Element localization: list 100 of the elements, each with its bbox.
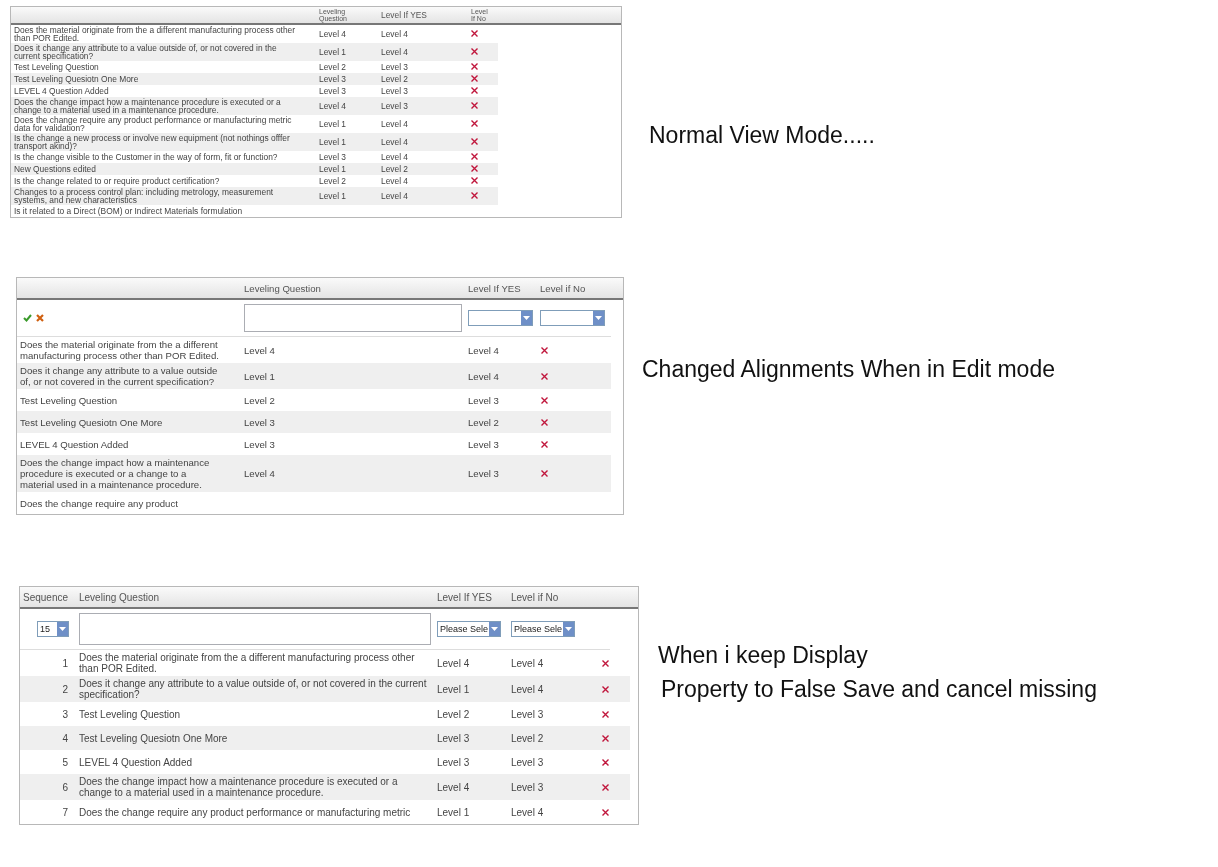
level-select[interactable] bbox=[540, 309, 605, 326]
delete-icon[interactable] bbox=[541, 440, 548, 448]
question-text: LEVEL 4 Question Added bbox=[79, 756, 193, 768]
level-text: Level 3 bbox=[319, 86, 346, 96]
level-text: Level 2 bbox=[437, 708, 470, 720]
level-text: Level 4 bbox=[381, 152, 408, 162]
dropdown-icon bbox=[59, 627, 66, 631]
caption-text: When i keep Display bbox=[658, 641, 869, 669]
delete-icon[interactable] bbox=[541, 346, 548, 354]
delete-icon[interactable] bbox=[601, 710, 609, 718]
question-text: Does the change impact how a maintenance procedure is executed or a change to a material used in a maintenance procedure. bbox=[20, 457, 211, 490]
question-text: Changes to a process control plan: including metrology, measurement systems, and new characteristics bbox=[14, 188, 275, 204]
delete-icon[interactable] bbox=[601, 783, 609, 791]
delete-icon[interactable] bbox=[541, 372, 548, 380]
delete-icon[interactable] bbox=[601, 758, 609, 766]
delete-icon[interactable] bbox=[471, 102, 478, 109]
question-text: Does it change any attribute to a value outside of, or not covered in the current specification? bbox=[79, 678, 427, 700]
level-text: Level 4 bbox=[381, 29, 408, 39]
level-text: Level 3 bbox=[437, 732, 470, 744]
question-text: Test Leveling Quesiotn One More bbox=[79, 732, 228, 744]
question-text: Does the change require any product bbox=[20, 497, 179, 509]
caption-text: Property to False Save and cancel missing bbox=[660, 675, 1097, 703]
delete-icon[interactable] bbox=[471, 30, 478, 37]
delete-icon[interactable] bbox=[601, 685, 609, 693]
level-text: Level 2 bbox=[244, 394, 275, 406]
level-text: Level 3 bbox=[468, 394, 499, 406]
sequence-number: 4 bbox=[62, 732, 68, 744]
dropdown-icon bbox=[491, 627, 498, 631]
question-text: LEVEL 4 Question Added bbox=[14, 87, 110, 95]
level-text: Level 4 bbox=[381, 119, 408, 129]
level-text: Level 1 bbox=[319, 119, 346, 129]
level-text: Level 1 bbox=[437, 683, 470, 695]
level-text: Level 2 bbox=[319, 176, 346, 186]
delete-icon[interactable] bbox=[471, 138, 478, 145]
level-text: Level 4 bbox=[381, 137, 408, 147]
level-text: Level 4 bbox=[319, 29, 346, 39]
level-text: Level 1 bbox=[319, 47, 346, 57]
delete-icon[interactable] bbox=[471, 153, 478, 160]
question-text: Test Leveling Question bbox=[20, 394, 119, 406]
level-text: Level 3 bbox=[381, 101, 408, 111]
close-icon[interactable] bbox=[36, 314, 44, 322]
delete-icon[interactable] bbox=[471, 192, 478, 199]
question-text: Test Leveling Question bbox=[79, 708, 181, 720]
level-text: Level 4 bbox=[381, 191, 408, 201]
delete-icon[interactable] bbox=[601, 734, 609, 742]
delete-icon[interactable] bbox=[541, 396, 548, 404]
level-select[interactable]: Please Sele bbox=[511, 621, 575, 637]
dropdown-icon bbox=[523, 315, 530, 320]
delete-icon[interactable] bbox=[471, 120, 478, 127]
question-text: Does the material originate from the a different manufacturing process other than POR Edited. bbox=[20, 339, 220, 361]
delete-icon[interactable] bbox=[471, 75, 478, 82]
question-input[interactable] bbox=[79, 613, 431, 645]
caption-text: Changed Alignments When in Edit mode bbox=[642, 355, 1055, 383]
delete-icon[interactable] bbox=[471, 48, 478, 55]
delete-icon[interactable] bbox=[541, 418, 548, 426]
question-input[interactable] bbox=[244, 304, 462, 332]
delete-icon[interactable] bbox=[601, 659, 609, 667]
question-text: Test Leveling Quesiotn One More bbox=[20, 416, 164, 428]
dropdown-icon bbox=[595, 315, 602, 320]
level-text: Level 4 bbox=[511, 657, 544, 669]
level-text: Level 4 bbox=[244, 468, 275, 479]
delete-icon[interactable] bbox=[471, 165, 478, 172]
level-text: Level 4 bbox=[244, 344, 275, 356]
level-select[interactable]: 15 bbox=[37, 621, 69, 637]
level-text: Level 3 bbox=[244, 438, 275, 450]
question-text: Is the change related to or require product certification? bbox=[14, 177, 221, 185]
level-text: Level 1 bbox=[244, 370, 275, 382]
delete-icon[interactable] bbox=[471, 177, 478, 184]
column-header: Sequence bbox=[23, 591, 69, 603]
level-text: Level 3 bbox=[468, 438, 499, 450]
level-text: Level 1 bbox=[437, 806, 470, 818]
delete-icon[interactable] bbox=[601, 808, 609, 816]
delete-icon[interactable] bbox=[541, 470, 548, 477]
delete-icon[interactable] bbox=[471, 63, 478, 70]
sequence-number: 3 bbox=[62, 708, 68, 720]
column-header: Level if No bbox=[511, 591, 559, 603]
question-text: Is the change visible to the Customer in the way of form, fit or function? bbox=[14, 153, 279, 161]
column-header: Leveling Question bbox=[244, 282, 321, 294]
question-text: Test Leveling Quesiotn One More bbox=[14, 75, 140, 83]
level-text: Level 2 bbox=[468, 416, 499, 428]
level-text: Level 2 bbox=[381, 74, 408, 84]
question-text: Does the change impact how a maintenance procedure is executed or a change to a material used in a maintenance procedure. bbox=[14, 98, 282, 114]
level-text: Level 3 bbox=[511, 708, 544, 720]
level-select[interactable] bbox=[468, 309, 533, 326]
level-text: Level 4 bbox=[381, 176, 408, 186]
question-text: Test Leveling Question bbox=[14, 63, 100, 71]
level-text: Level 2 bbox=[511, 732, 544, 744]
level-select[interactable]: Please Sele bbox=[437, 621, 501, 637]
level-text: Level 4 bbox=[437, 781, 470, 793]
caption-text: Normal View Mode..... bbox=[649, 121, 875, 149]
level-text: Level 2 bbox=[381, 164, 408, 174]
column-header: Level if No bbox=[540, 282, 586, 294]
checkmark-icon[interactable] bbox=[23, 314, 32, 322]
level-text: Level 4 bbox=[511, 806, 544, 818]
level-text: Level 3 bbox=[468, 468, 499, 479]
question-text: Does the change require any product performance or manufacturing metric bbox=[79, 806, 411, 818]
delete-icon[interactable] bbox=[471, 87, 478, 94]
sequence-number: 7 bbox=[62, 806, 68, 818]
level-text: Level 4 bbox=[468, 344, 499, 356]
question-text: Is the change a new process or involve new equipment (not nothings offfer transport akind)? bbox=[14, 134, 291, 150]
